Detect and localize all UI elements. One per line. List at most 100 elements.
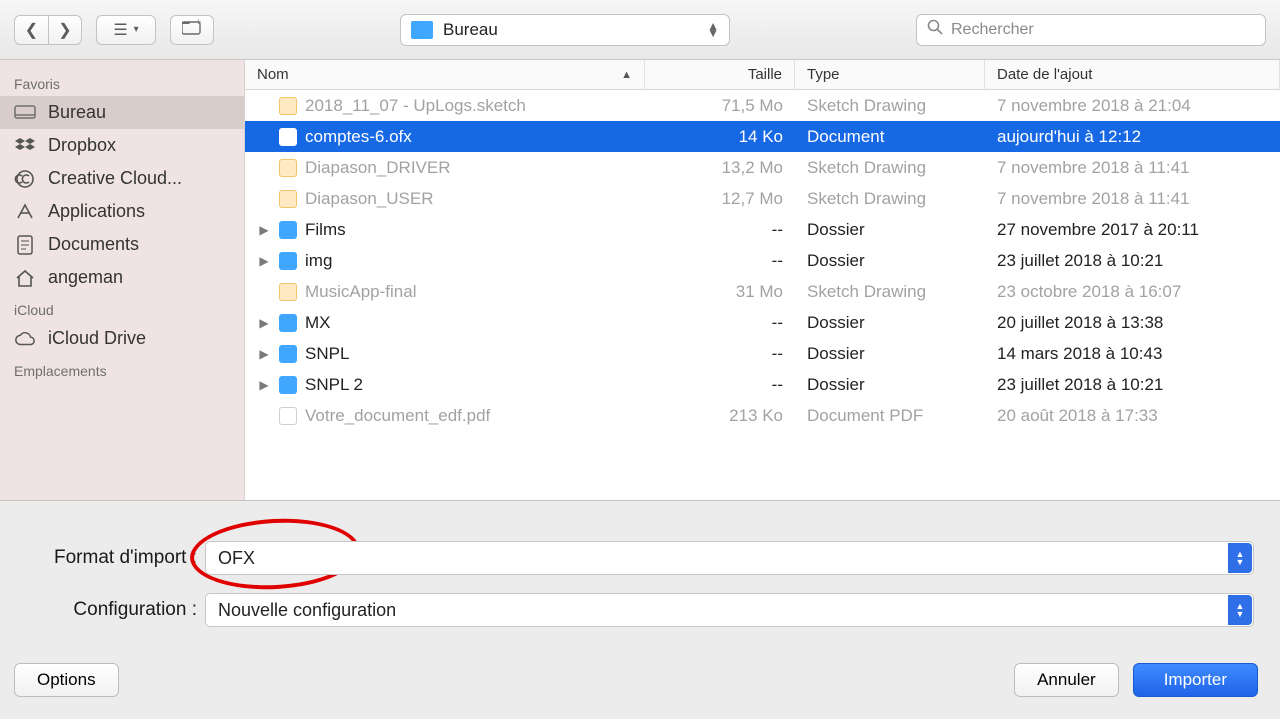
nav-group: ❮ ❯	[14, 15, 82, 45]
column-headers: Nom ▲ Taille Type Date de l'ajout	[245, 60, 1280, 90]
table-row[interactable]: Diapason_DRIVER 13,2 MoSketch Drawing7 no…	[245, 152, 1280, 183]
format-select[interactable]: OFX ▲▼	[205, 541, 1254, 575]
file-type: Dossier	[795, 375, 985, 395]
file-type: Dossier	[795, 344, 985, 364]
file-name: Votre_document_edf.pdf	[305, 406, 490, 426]
file-type: Dossier	[795, 251, 985, 271]
file-size: 14 Ko	[645, 127, 795, 147]
disclosure-icon[interactable]: ▶	[257, 316, 271, 330]
sidebar-item[interactable]: Bureau	[0, 96, 244, 129]
table-row[interactable]: ▶SNPL--Dossier14 mars 2018 à 10:43	[245, 338, 1280, 369]
file-date: 7 novembre 2018 à 11:41	[985, 158, 1280, 178]
file-date: 14 mars 2018 à 10:43	[985, 344, 1280, 364]
sketch-icon	[279, 283, 297, 301]
table-row[interactable]: ▶ MX --Dossier20 juillet 2018 à 13:38	[245, 307, 1280, 338]
sidebar-item[interactable]: Applications	[0, 195, 244, 228]
options-button[interactable]: Options	[14, 663, 119, 697]
action-bar: Options Annuler Importer	[0, 663, 1280, 719]
config-select[interactable]: Nouvelle configuration ▲▼	[205, 593, 1254, 627]
table-row[interactable]: MusicApp-final31 MoSketch Drawing23 octo…	[245, 276, 1280, 307]
file-name: 2018_11_07 - UpLogs.sketch	[305, 96, 526, 116]
chevron-down-icon: ▾	[134, 24, 139, 35]
view-mode-button[interactable]: ☰ ▾	[96, 15, 156, 45]
disclosure-icon[interactable]: ▶	[257, 254, 271, 268]
sidebar-item[interactable]: Documents	[0, 228, 244, 261]
file-name: Diapason_USER	[305, 189, 434, 209]
sidebar-item-label: angeman	[48, 267, 123, 288]
desktop-icon	[14, 104, 36, 122]
sort-asc-icon: ▲	[621, 69, 632, 81]
file-size: 12,7 Mo	[645, 189, 795, 209]
file-date: 20 juillet 2018 à 13:38	[985, 313, 1280, 333]
import-form: Format d'import : OFX ▲▼ Configuration :…	[0, 501, 1280, 627]
cancel-button[interactable]: Annuler	[1014, 663, 1119, 697]
file-type: Document	[795, 127, 985, 147]
file-date: 23 juillet 2018 à 10:21	[985, 375, 1280, 395]
table-row[interactable]: Votre_document_edf.pdf213 KoDocument PDF…	[245, 400, 1280, 431]
file-date: 23 octobre 2018 à 16:07	[985, 282, 1280, 302]
sketch-icon	[279, 97, 297, 115]
apps-icon	[14, 203, 36, 221]
sidebar-item[interactable]: angeman	[0, 261, 244, 294]
back-button[interactable]: ❮	[14, 15, 48, 45]
col-name[interactable]: Nom ▲	[245, 60, 645, 89]
file-type: Sketch Drawing	[795, 158, 985, 178]
file-size: 213 Ko	[645, 406, 795, 426]
new-folder-button[interactable]: +	[170, 15, 214, 45]
col-date[interactable]: Date de l'ajout	[985, 60, 1280, 89]
sidebar-item-label: Dropbox	[48, 135, 116, 156]
col-size[interactable]: Taille	[645, 60, 795, 89]
file-date: 7 novembre 2018 à 11:41	[985, 189, 1280, 209]
folder-icon	[279, 221, 297, 239]
file-name: comptes-6.ofx	[305, 127, 412, 147]
config-label: Configuration :	[0, 599, 205, 621]
sketch-icon	[279, 190, 297, 208]
file-listing: Nom ▲ Taille Type Date de l'ajout 2018_1…	[245, 60, 1280, 500]
table-row[interactable]: Diapason_USER 12,7 MoSketch Drawing7 nove…	[245, 183, 1280, 214]
table-row[interactable]: 2018_11_07 - UpLogs.sketch71,5 MoSketch …	[245, 90, 1280, 121]
file-size: --	[645, 313, 795, 333]
format-label: Format d'import :	[0, 547, 205, 569]
sidebar-section-title: iCloud	[0, 294, 244, 322]
file-size: --	[645, 251, 795, 271]
file-size: --	[645, 344, 795, 364]
disclosure-icon[interactable]: ▶	[257, 378, 271, 392]
table-row[interactable]: comptes-6.ofx14 KoDocumentaujourd'hui à …	[245, 121, 1280, 152]
import-button[interactable]: Importer	[1133, 663, 1258, 697]
sidebar: FavorisBureauDropboxCreative Cloud...App…	[0, 60, 245, 500]
file-size: --	[645, 375, 795, 395]
sidebar-item[interactable]: iCloud Drive	[0, 322, 244, 355]
cc-icon	[14, 170, 36, 188]
disclosure-icon[interactable]: ▶	[257, 223, 271, 237]
file-size: --	[645, 220, 795, 240]
search-field[interactable]: Rechercher	[916, 14, 1266, 46]
stepper-icon: ▲▼	[1228, 595, 1252, 625]
file-name: MX	[305, 313, 331, 333]
sidebar-item-label: iCloud Drive	[48, 328, 146, 349]
sidebar-item[interactable]: Creative Cloud...	[0, 162, 244, 195]
svg-text:+: +	[196, 19, 201, 27]
list-icon: ☰	[113, 20, 127, 40]
file-date: 27 novembre 2017 à 20:11	[985, 220, 1280, 240]
table-row[interactable]: ▶img--Dossier23 juillet 2018 à 10:21	[245, 245, 1280, 276]
sidebar-item[interactable]: Dropbox	[0, 129, 244, 162]
file-size: 13,2 Mo	[645, 158, 795, 178]
sidebar-item-label: Documents	[48, 234, 139, 255]
file-name: SNPL 2	[305, 375, 363, 395]
col-type[interactable]: Type	[795, 60, 985, 89]
location-popup[interactable]: Bureau ▲▼	[400, 14, 730, 46]
import-panel: Format d'import : OFX ▲▼ Configuration :…	[0, 500, 1280, 719]
cloud-icon	[14, 330, 36, 348]
disclosure-icon[interactable]: ▶	[257, 347, 271, 361]
doc-icon	[279, 128, 297, 146]
file-type: Dossier	[795, 313, 985, 333]
forward-button[interactable]: ❯	[48, 15, 82, 45]
table-row[interactable]: ▶ SNPL 2 --Dossier23 juillet 2018 à 10:21	[245, 369, 1280, 400]
file-size: 31 Mo	[645, 282, 795, 302]
file-type: Dossier	[795, 220, 985, 240]
file-type: Sketch Drawing	[795, 189, 985, 209]
table-row[interactable]: ▶Films--Dossier27 novembre 2017 à 20:11	[245, 214, 1280, 245]
folder-icon	[279, 252, 297, 270]
file-date: 20 août 2018 à 17:33	[985, 406, 1280, 426]
file-name: Diapason_DRIVER	[305, 158, 451, 178]
